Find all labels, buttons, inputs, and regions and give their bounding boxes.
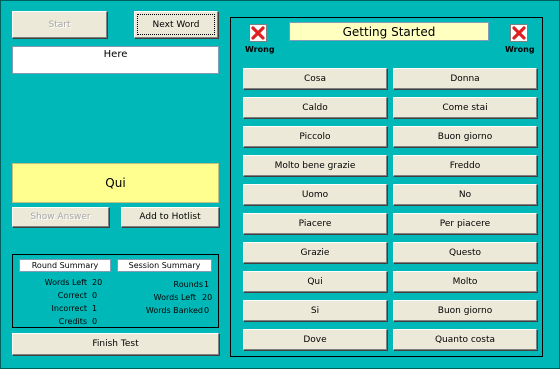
- word-button[interactable]: Molto: [393, 271, 537, 292]
- session-summary-header: Session Summary: [117, 259, 212, 272]
- session-words-left-label: Words Left: [153, 293, 196, 302]
- word-button[interactable]: Dove: [243, 329, 387, 350]
- prompt-box: Here: [12, 46, 219, 74]
- word-button[interactable]: Questo: [393, 242, 537, 263]
- word-button[interactable]: Grazie: [243, 242, 387, 263]
- word-button[interactable]: Piacere: [243, 213, 387, 234]
- word-button[interactable]: Si: [243, 300, 387, 321]
- wrong-right-label: Wrong: [505, 45, 535, 54]
- add-to-hotlist-button[interactable]: Add to Hotlist: [121, 207, 219, 227]
- session-words-left-value: 20: [202, 293, 213, 302]
- red-x-icon[interactable]: [510, 24, 528, 42]
- session-rounds-value: 1: [204, 280, 210, 289]
- word-button[interactable]: Come stai: [393, 97, 537, 118]
- next-word-button[interactable]: Next Word: [134, 11, 218, 38]
- word-button[interactable]: Piccolo: [243, 126, 387, 147]
- round-summary-header: Round Summary: [19, 259, 111, 272]
- word-button[interactable]: Quanto costa: [393, 329, 537, 350]
- word-button[interactable]: No: [393, 184, 537, 205]
- word-button[interactable]: Uomo: [243, 184, 387, 205]
- answer-text: Qui: [105, 176, 126, 190]
- round-correct-label: Correct: [57, 291, 87, 300]
- answer-box: Qui: [12, 163, 219, 203]
- word-button[interactable]: Buon giorno: [393, 300, 537, 321]
- word-button[interactable]: Cosa: [243, 68, 387, 89]
- start-button[interactable]: Start: [12, 11, 107, 38]
- red-x-icon[interactable]: [249, 24, 267, 42]
- round-correct-value: 0: [92, 291, 98, 300]
- round-credits-label: Credits: [58, 317, 87, 326]
- show-answer-button[interactable]: Show Answer: [12, 207, 109, 227]
- test-title-text: Getting Started: [342, 24, 436, 39]
- summary-panel: Round Summary Session Summary Words Left…: [12, 254, 219, 328]
- round-incorrect-label: Incorrect: [51, 304, 87, 313]
- word-button[interactable]: Donna: [393, 68, 537, 89]
- word-button[interactable]: Qui: [243, 271, 387, 292]
- word-button[interactable]: Freddo: [393, 155, 537, 176]
- test-title: Getting Started: [289, 22, 489, 41]
- word-button[interactable]: Buon giorno: [393, 126, 537, 147]
- word-button[interactable]: Molto bene grazie: [243, 155, 387, 176]
- round-words-left-value: 20: [92, 278, 103, 287]
- wrong-left-label: Wrong: [245, 45, 275, 54]
- round-credits-value: 0: [92, 317, 98, 326]
- word-button[interactable]: Per piacere: [393, 213, 537, 234]
- finish-test-button[interactable]: Finish Test: [12, 333, 219, 355]
- word-button[interactable]: Caldo: [243, 97, 387, 118]
- session-words-banked-label: Words Banked: [145, 306, 203, 315]
- session-rounds-label: Rounds: [173, 280, 203, 289]
- round-words-left-label: Words Left: [44, 278, 87, 287]
- session-words-banked-value: 0: [204, 306, 210, 315]
- prompt-text: Here: [103, 49, 128, 60]
- round-incorrect-value: 1: [92, 304, 98, 313]
